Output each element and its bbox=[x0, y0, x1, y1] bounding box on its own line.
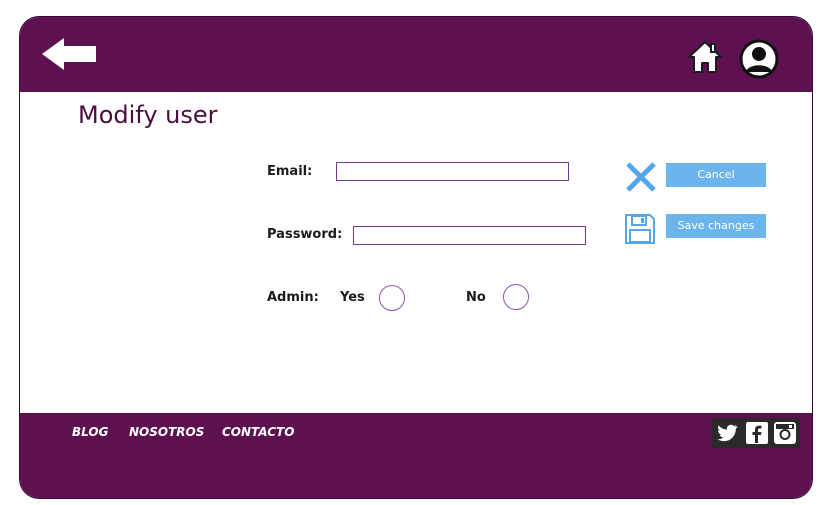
header-bar bbox=[20, 17, 812, 92]
admin-yes-label: Yes bbox=[340, 290, 365, 305]
footer-link-blog[interactable]: BLOG bbox=[72, 425, 108, 439]
footer-bar: BLOG NOSOTROS CONTACTO bbox=[20, 413, 812, 498]
admin-yes-radio[interactable] bbox=[379, 285, 405, 311]
facebook-icon[interactable] bbox=[745, 421, 769, 445]
user-icon[interactable] bbox=[739, 39, 779, 79]
password-label: Password: bbox=[267, 227, 343, 242]
page-title: Modify user bbox=[78, 101, 218, 129]
home-icon[interactable] bbox=[687, 39, 723, 75]
floppy-disk-icon[interactable] bbox=[624, 213, 656, 245]
instagram-icon[interactable] bbox=[773, 421, 797, 445]
email-field[interactable] bbox=[336, 162, 569, 181]
social-links bbox=[712, 418, 800, 448]
close-x-icon[interactable] bbox=[625, 161, 657, 193]
password-field[interactable] bbox=[353, 226, 586, 245]
footer-link-contacto[interactable]: CONTACTO bbox=[222, 425, 294, 439]
footer-link-nosotros[interactable]: NOSOTROS bbox=[129, 425, 204, 439]
save-changes-button[interactable]: Save changes bbox=[666, 214, 766, 238]
admin-no-label: No bbox=[466, 290, 486, 305]
app-frame: Modify user Email: Password: Admin: Yes … bbox=[19, 16, 813, 499]
cancel-button[interactable]: Cancel bbox=[666, 163, 766, 187]
admin-no-radio[interactable] bbox=[503, 284, 529, 310]
email-label: Email: bbox=[267, 164, 313, 179]
back-arrow-icon[interactable] bbox=[42, 38, 96, 70]
admin-label: Admin: bbox=[267, 290, 319, 305]
twitter-icon[interactable] bbox=[715, 421, 739, 445]
